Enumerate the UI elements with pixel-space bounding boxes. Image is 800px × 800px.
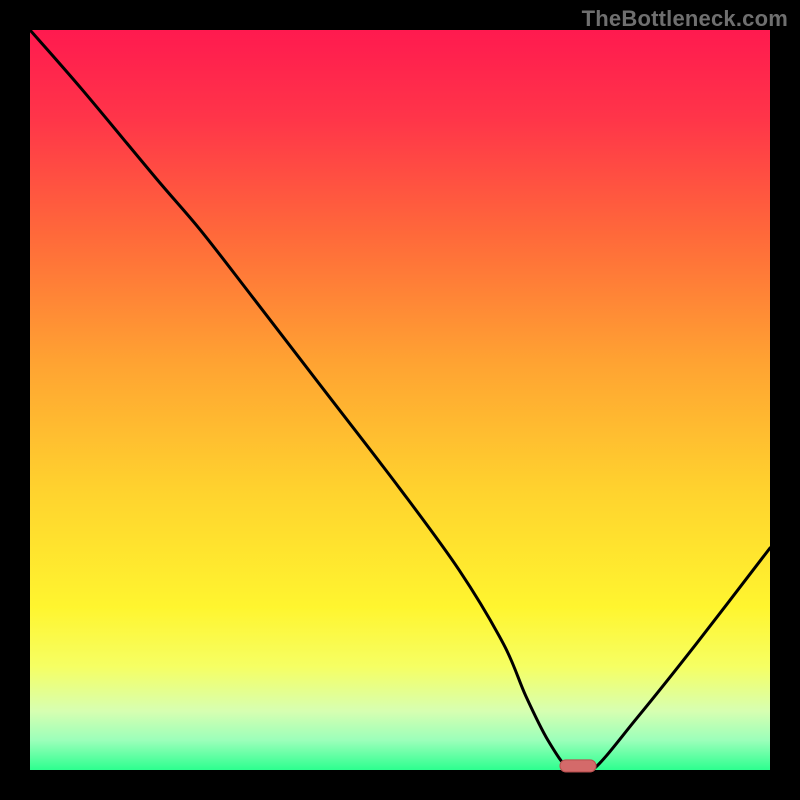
watermark-text: TheBottleneck.com [582, 6, 788, 32]
chart-frame: TheBottleneck.com [0, 0, 800, 800]
plot-area [30, 30, 770, 770]
optimal-point-marker [559, 759, 596, 772]
bottleneck-curve [30, 30, 770, 770]
